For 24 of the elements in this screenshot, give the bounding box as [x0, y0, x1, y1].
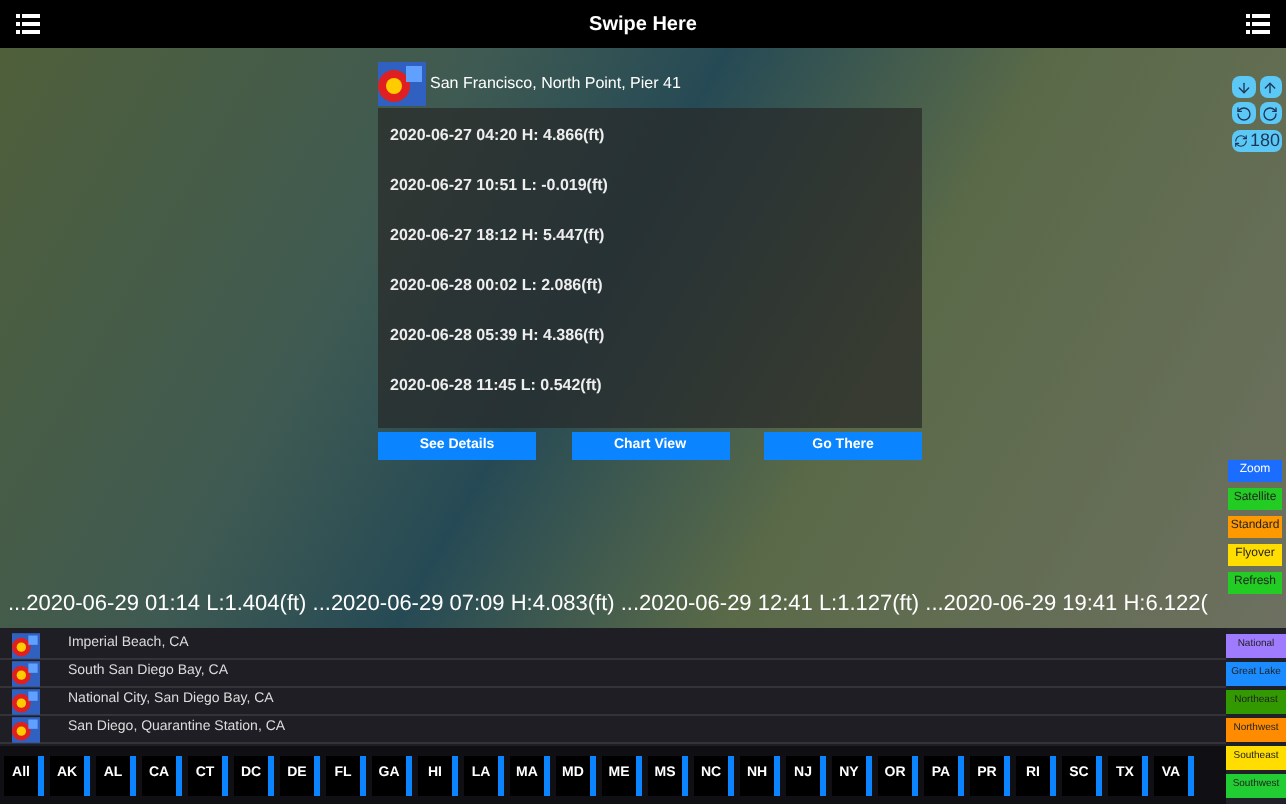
rotate-label: 180: [1249, 132, 1281, 150]
list-icon[interactable]: [1245, 14, 1270, 34]
rotate-right-button[interactable]: [1259, 102, 1282, 124]
tide-entry[interactable]: 2020-06-28 05:39 H: 4.386(ft): [390, 324, 910, 348]
arrow-up-button[interactable]: [1259, 76, 1282, 98]
rotate-icon: [1233, 134, 1248, 148]
tide-chart-icon: [378, 62, 426, 106]
tide-chart-icon: [12, 659, 40, 687]
station-title: San Francisco, North Point, Pier 41: [430, 72, 681, 96]
header-title[interactable]: Swipe Here: [589, 9, 697, 39]
tide-chart-icon: [12, 687, 40, 715]
tide-chart-icon: [12, 715, 40, 743]
tide-chart-icon: [12, 631, 40, 659]
tide-entry[interactable]: 2020-06-27 18:12 H: 5.447(ft): [390, 224, 910, 248]
tide-entry[interactable]: 2020-06-27 04:20 H: 4.866(ft): [390, 124, 910, 148]
arrow-down-button[interactable]: [1232, 76, 1255, 98]
rotate-180-button[interactable]: 180: [1232, 130, 1282, 152]
tide-entry[interactable]: 2020-06-28 11:45 L: 0.542(ft): [390, 374, 910, 398]
tide-entry[interactable]: 2020-06-28 00:02 L: 2.086(ft): [390, 274, 910, 298]
tide-entry[interactable]: 2020-06-27 10:51 L: -0.019(ft): [390, 174, 910, 198]
satellite-map[interactable]: [0, 48, 1286, 628]
menu-icon[interactable]: [16, 14, 40, 34]
tide-ticker: ...2020-06-29 01:14 L:1.404(ft) ...2020-06-29 07:09 H:4.083(ft) ...2020-06-29 12:41 L:1.127(ft) ...2020-06-29 19:41 H:6.122(: [8, 592, 1208, 616]
rotate-left-button[interactable]: [1232, 102, 1255, 124]
